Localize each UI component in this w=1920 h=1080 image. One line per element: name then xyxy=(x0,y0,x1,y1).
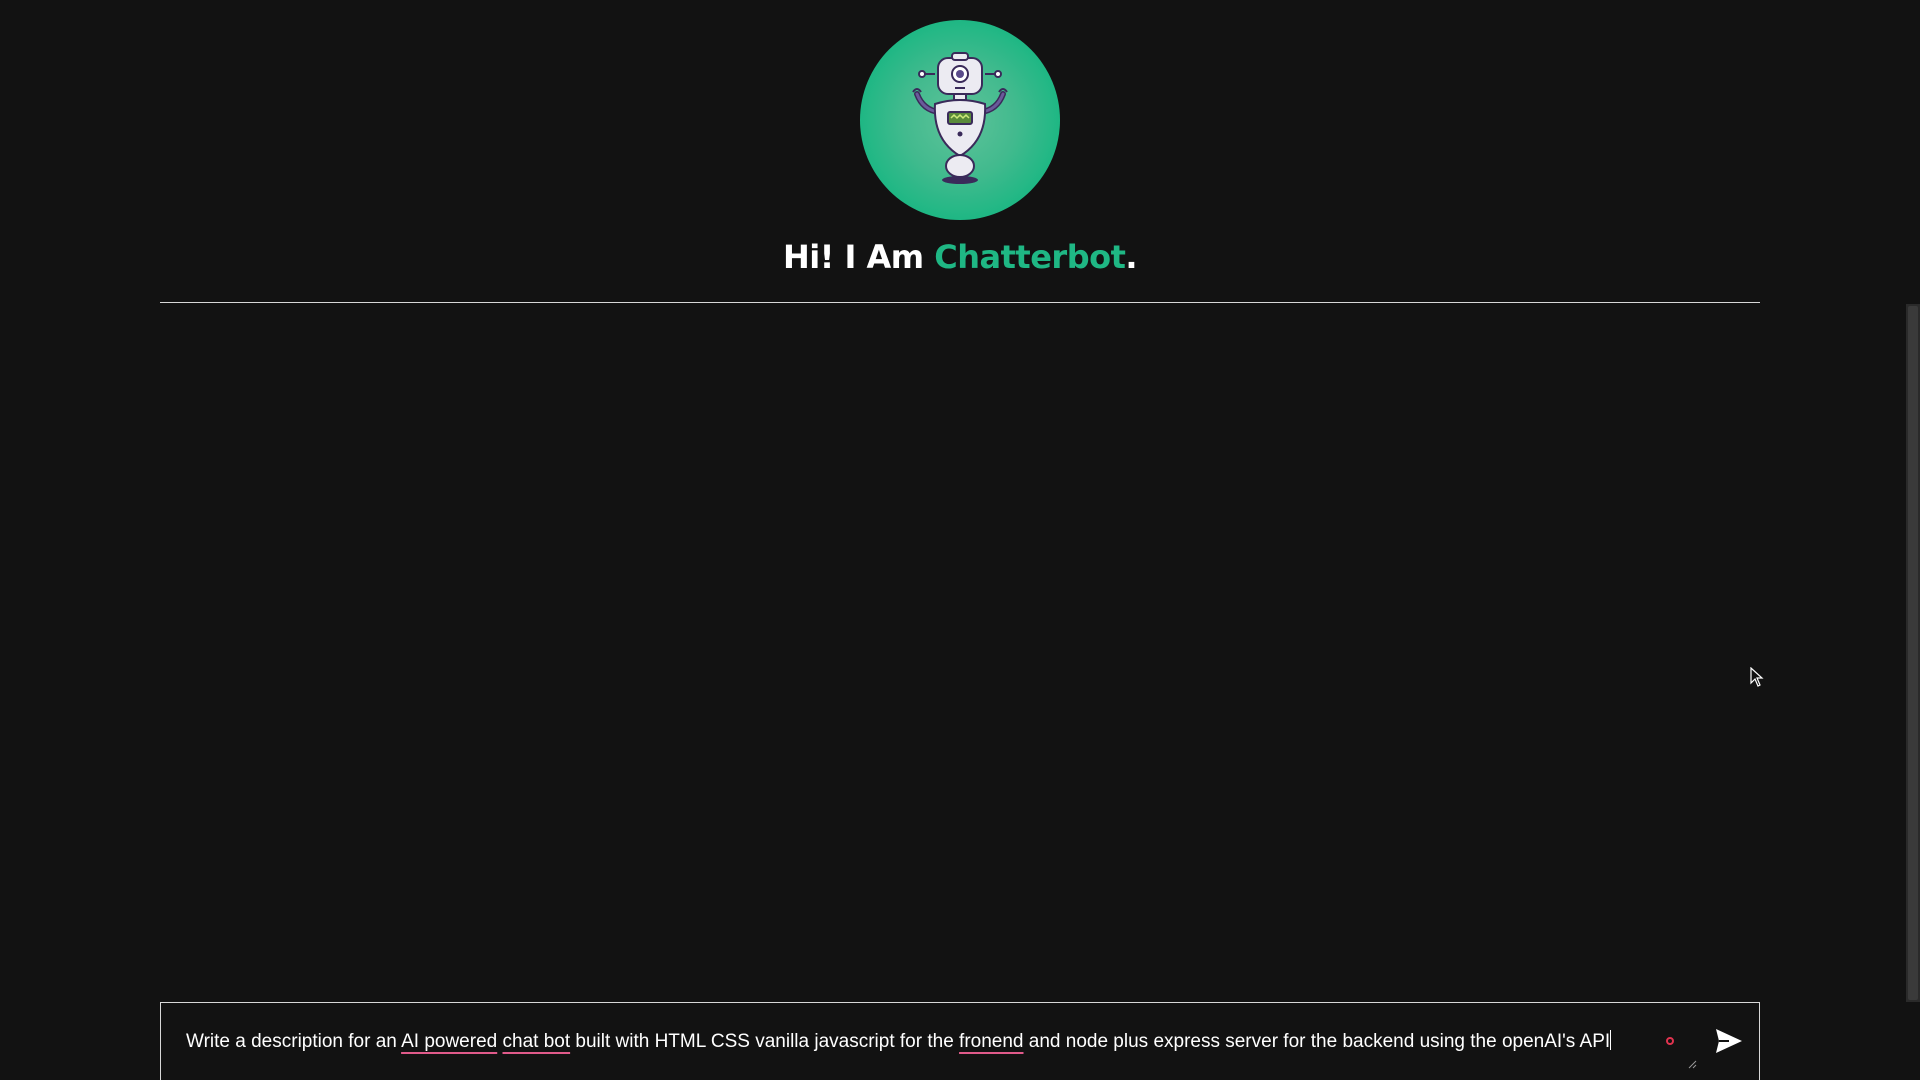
send-icon xyxy=(1716,1029,1742,1053)
scrollbar-thumb[interactable] xyxy=(1908,306,1918,1000)
prompt-segment-misspelled: fronend xyxy=(959,1031,1024,1052)
page-title: Hi! I Am Chatterbot. xyxy=(0,238,1920,276)
text-caret xyxy=(1610,1030,1612,1050)
prompt-segment: built with HTML CSS vanilla javascript f… xyxy=(570,1031,960,1052)
robot-icon xyxy=(912,52,1008,184)
scrollbar[interactable] xyxy=(1906,304,1920,1002)
mouse-cursor-icon xyxy=(1750,667,1764,687)
prompt-input[interactable]: Write a description for an AI powered ch… xyxy=(186,1030,1612,1053)
prompt-segment-misspelled: chat bot xyxy=(502,1031,571,1052)
record-dot-icon xyxy=(1666,1037,1674,1045)
prompt-segment: Write a description for an xyxy=(186,1031,402,1052)
send-button[interactable] xyxy=(1711,1023,1747,1059)
chat-messages-container[interactable] xyxy=(160,304,1760,998)
prompt-segment-misspelled: AI powered xyxy=(401,1031,498,1052)
header-divider xyxy=(160,302,1760,303)
title-suffix: . xyxy=(1125,238,1138,276)
chat-page: Hi! I Am Chatterbot. Write a description… xyxy=(0,0,1920,1080)
prompt-form: Write a description for an AI powered ch… xyxy=(160,1002,1760,1080)
title-prefix: Hi! I Am xyxy=(782,238,935,276)
bot-avatar xyxy=(860,20,1060,220)
prompt-segment: and node plus express server for the bac… xyxy=(1023,1031,1611,1052)
title-brand: Chatterbot xyxy=(934,238,1126,276)
resize-grip-icon[interactable] xyxy=(1687,1059,1697,1069)
